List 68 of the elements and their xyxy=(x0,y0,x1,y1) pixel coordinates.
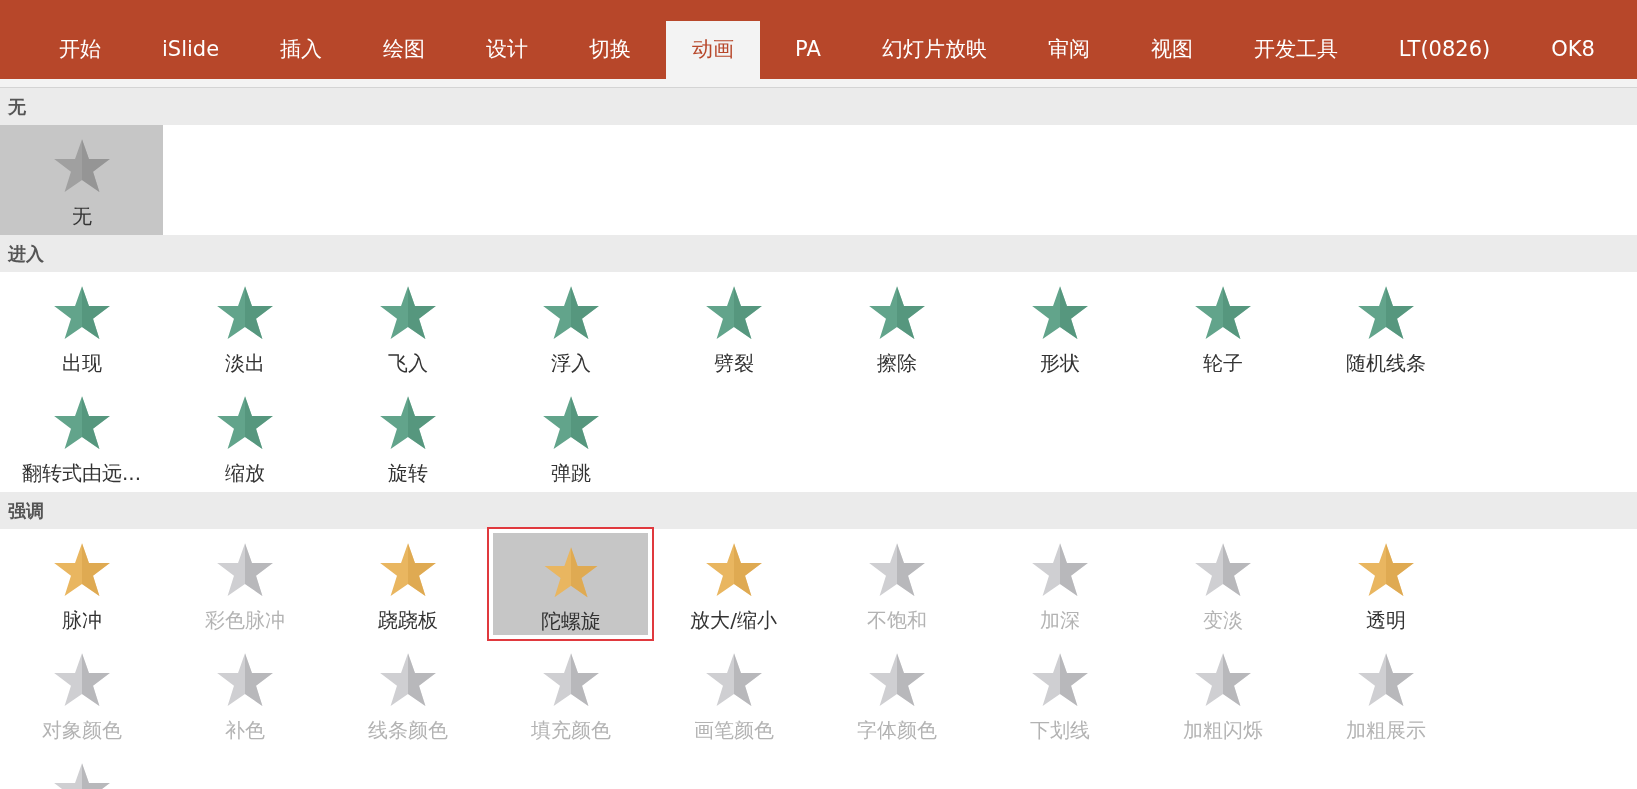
animation-effect[interactable]: 翻转式由远... xyxy=(0,382,163,492)
ribbon-tab[interactable]: 设计 xyxy=(460,21,555,79)
effect-label: 擦除 xyxy=(876,350,917,377)
effect-label: 浮入 xyxy=(550,350,591,377)
animation-effect[interactable]: 旋转 xyxy=(326,382,489,492)
section-header: 无 xyxy=(0,88,1637,125)
animation-effect[interactable]: 飞入 xyxy=(326,272,489,382)
ribbon-tab[interactable]: 开始 xyxy=(33,21,127,79)
effect-label: 跷跷板 xyxy=(377,607,438,634)
animation-effect[interactable]: 脉冲 xyxy=(0,529,163,639)
section-header: 强调 xyxy=(0,492,1637,529)
effect-label: 陀螺旋 xyxy=(540,608,601,635)
animation-effect[interactable]: 跷跷板 xyxy=(326,529,489,639)
effect-label: 出现 xyxy=(61,350,102,377)
effect-label: 淡出 xyxy=(224,350,265,377)
ribbon-tab[interactable]: iSlide xyxy=(136,21,246,79)
animation-effect[interactable]: 淡出 xyxy=(163,272,326,382)
effect-label: 画笔颜色 xyxy=(693,717,774,744)
ribbon-tab[interactable]: 审阅 xyxy=(1021,21,1116,79)
section-header: 进入 xyxy=(0,235,1637,272)
animation-effect[interactable]: 透明 xyxy=(1304,529,1467,639)
effect-label: 对象颜色 xyxy=(41,717,122,744)
animation-effect[interactable]: 擦除 xyxy=(815,272,978,382)
effect-label: 字体颜色 xyxy=(856,717,937,744)
effect-label: 填充颜色 xyxy=(530,717,611,744)
effect-label: 轮子 xyxy=(1202,350,1243,377)
ribbon-tab[interactable]: 动画 xyxy=(666,21,761,79)
effect-label: 无 xyxy=(71,203,92,230)
ribbon-tab[interactable]: 切换 xyxy=(563,21,658,79)
effect-label: 加粗展示 xyxy=(1345,717,1426,744)
effect-label: 旋转 xyxy=(387,460,428,487)
effect-label: 随机线条 xyxy=(1345,350,1426,377)
effect-label: 补色 xyxy=(224,717,265,744)
ribbon-tab[interactable]: 绘图 xyxy=(357,21,452,79)
effect-label: 形状 xyxy=(1039,350,1080,377)
effect-label: 缩放 xyxy=(224,460,265,487)
animation-effect[interactable]: 无 xyxy=(0,125,163,235)
effect-label: 放大/缩小 xyxy=(690,607,777,634)
effect-label: 彩色脉冲 xyxy=(204,607,285,634)
ribbon-tab[interactable]: 开发工具 xyxy=(1227,21,1364,79)
animation-effect[interactable]: 轮子 xyxy=(1141,272,1304,382)
effect-label: 变淡 xyxy=(1202,607,1243,634)
animation-effect[interactable]: 随机线条 xyxy=(1304,272,1467,382)
effect-label: 线条颜色 xyxy=(367,717,448,744)
animation-effect[interactable]: 缩放 xyxy=(163,382,326,492)
animation-effect[interactable]: 陀螺旋 xyxy=(493,533,648,635)
effect-label: 加深 xyxy=(1039,607,1080,634)
animation-effect[interactable]: 放大/缩小 xyxy=(652,529,815,639)
animation-effect[interactable]: 弹跳 xyxy=(489,382,652,492)
ribbon-tab[interactable]: 插入 xyxy=(254,21,349,79)
effect-label: 翻转式由远... xyxy=(21,460,142,487)
animation-effect[interactable]: 浮入 xyxy=(489,272,652,382)
ribbon-tab[interactable]: LT(0826) xyxy=(1372,21,1517,79)
effect-label: 飞入 xyxy=(387,350,428,377)
ribbon-tab[interactable]: OK8 xyxy=(1525,21,1621,79)
effect-label: 透明 xyxy=(1365,607,1406,634)
effect-label: 劈裂 xyxy=(713,350,754,377)
animation-effect[interactable]: 形状 xyxy=(978,272,1141,382)
ribbon-tab[interactable]: 幻灯片放映 xyxy=(855,21,1013,79)
animation-effect[interactable]: 劈裂 xyxy=(652,272,815,382)
effect-label: 脉冲 xyxy=(61,607,102,634)
effect-label: 加粗闪烁 xyxy=(1182,717,1263,744)
ribbon-tab[interactable]: PA xyxy=(769,21,847,79)
effect-label: 不饱和 xyxy=(866,607,927,634)
effect-label: 弹跳 xyxy=(550,460,591,487)
ribbon-tab[interactable]: 视图 xyxy=(1124,21,1219,79)
animation-effect[interactable]: 出现 xyxy=(0,272,163,382)
effect-label: 下划线 xyxy=(1029,717,1090,744)
